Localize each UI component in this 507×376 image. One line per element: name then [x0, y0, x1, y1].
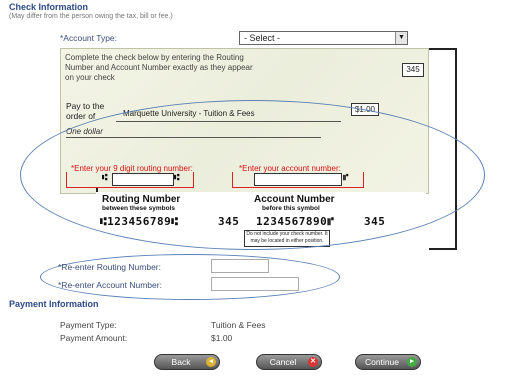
payment-amount-label: Payment Amount:: [60, 333, 128, 343]
back-button[interactable]: Back ◂: [154, 354, 220, 370]
check-information-note: (May differ from the person owing the ta…: [9, 13, 173, 20]
dropdown-arrow-icon[interactable]: ▼: [395, 32, 407, 44]
check-information-title: Check Information: [9, 2, 89, 12]
account-type-select[interactable]: - Select - ▼: [239, 31, 408, 45]
payment-type-value: Tuition & Fees: [211, 320, 266, 330]
check-instruction: Complete the check below by entering the…: [65, 53, 253, 82]
payment-type-label: Payment Type:: [60, 320, 117, 330]
check-number: 345: [402, 63, 424, 77]
continue-button[interactable]: Continue ▸: [355, 354, 421, 370]
continue-arrow-icon: ▸: [407, 357, 417, 367]
reenter-routing-label: *Re-enter Routing Number:: [58, 262, 161, 272]
account-type-value: - Select -: [244, 33, 281, 43]
back-arrow-icon: ◂: [206, 357, 216, 367]
reenter-account-input[interactable]: [211, 277, 299, 291]
back-button-label: Back: [171, 357, 191, 367]
account-type-label: *Account Type:: [60, 33, 118, 43]
payment-amount-value: $1.00: [211, 333, 233, 343]
highlight-ellipse-check: [20, 100, 485, 250]
cancel-x-icon: ✕: [308, 357, 318, 367]
cancel-button[interactable]: Cancel ✕: [256, 354, 322, 370]
cancel-button-label: Cancel: [269, 357, 297, 367]
payment-information-title: Payment Information: [9, 299, 99, 309]
reenter-routing-input[interactable]: [211, 259, 269, 273]
continue-button-label: Continue: [364, 357, 400, 367]
reenter-account-label: *Re-enter Account Number:: [58, 280, 162, 290]
